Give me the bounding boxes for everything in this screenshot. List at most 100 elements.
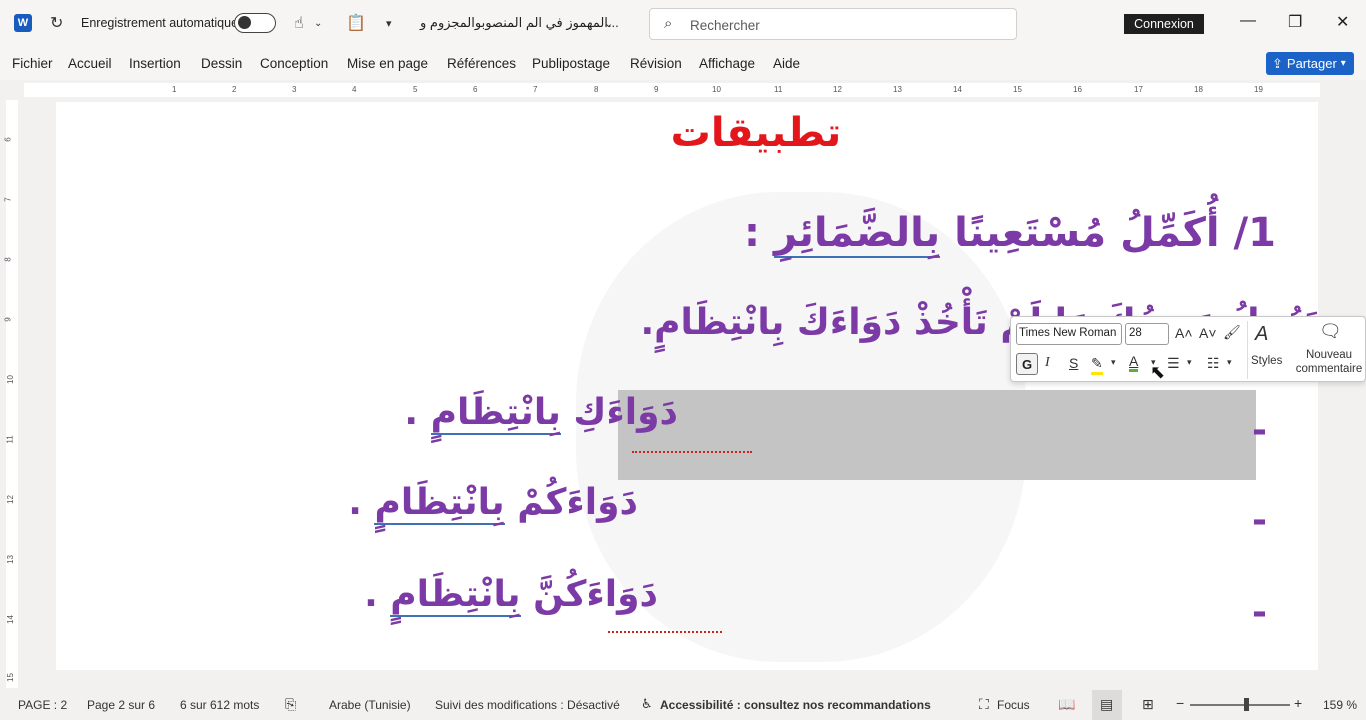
font-color-icon[interactable]: A: [1129, 353, 1139, 372]
ruler-tick: 10: [5, 375, 15, 384]
comment-label-line2: commentaire: [1295, 363, 1363, 375]
tab-publipostage[interactable]: Publipostage: [532, 56, 610, 71]
status-track-changes[interactable]: Suivi des modifications : Désactivé: [435, 698, 620, 712]
ruler-tick: 18: [1194, 85, 1203, 94]
tab-dessin[interactable]: Dessin: [201, 56, 242, 71]
zoom-in-icon[interactable]: +: [1294, 695, 1302, 711]
status-bar: PAGE : 2 Page 2 sur 6 6 sur 612 mots ⎘ A…: [0, 690, 1366, 720]
chevron-down-icon[interactable]: ▾: [1111, 357, 1116, 368]
underline-icon[interactable]: S: [1069, 355, 1078, 371]
status-page[interactable]: PAGE : 2: [18, 698, 67, 712]
tab-accueil[interactable]: Accueil: [68, 56, 112, 71]
search-input[interactable]: [690, 15, 990, 35]
web-layout-icon[interactable]: ⊞: [1142, 696, 1154, 713]
autosave-toggle[interactable]: [234, 13, 276, 33]
answer-end: .: [404, 392, 419, 433]
answer-underlined: بِانْتِظَامٍ: [374, 482, 505, 525]
toggle-knob: [238, 16, 251, 29]
word-app-icon: W: [14, 14, 32, 32]
focus-button[interactable]: Focus: [997, 698, 1030, 712]
print-layout-icon[interactable]: ▤: [1100, 696, 1113, 713]
proofing-icon[interactable]: ⎘: [285, 696, 296, 713]
ruler-tick: 13: [5, 555, 15, 564]
italic-icon[interactable]: I: [1045, 355, 1050, 371]
answer-end: .: [364, 574, 378, 615]
styles-icon[interactable]: A: [1255, 323, 1268, 346]
sign-in-button[interactable]: Connexion: [1124, 14, 1204, 34]
answer-word: دَوَاءَكُنَّ: [533, 574, 658, 615]
shrink-font-icon[interactable]: A˅: [1199, 325, 1217, 341]
bullets-icon[interactable]: ☰: [1167, 355, 1180, 372]
format-painter-icon[interactable]: 🖌: [1223, 324, 1241, 341]
refresh-icon[interactable]: ↻: [50, 13, 63, 33]
status-accessibility[interactable]: Accessibilité : consultez nos recommanda…: [660, 698, 931, 712]
ruler-tick: 6: [3, 137, 13, 142]
tab-aide[interactable]: Aide: [773, 56, 800, 71]
share-label: Partager: [1286, 56, 1337, 71]
chevron-down-icon[interactable]: ⌄: [604, 17, 613, 30]
zoom-slider-thumb[interactable]: [1244, 698, 1249, 711]
list-dash: -: [1252, 500, 1267, 541]
ruler-tick: 13: [893, 85, 902, 94]
bold-button[interactable]: G: [1016, 353, 1038, 375]
touch-mode-icon[interactable]: ☝: [294, 13, 304, 33]
ruler-tick: 9: [654, 85, 659, 94]
mini-toolbar: Times New Roman 28 A˄ A˅ 🖌 G I S ✎ ▾ A ▾…: [1010, 316, 1366, 382]
document-page[interactable]: تطبيقات 1/ أُكَمِّلُ مُسْتَعِينًا بِالضَ…: [56, 102, 1318, 670]
chevron-down-icon[interactable]: ⌄: [314, 18, 322, 29]
chevron-down-icon[interactable]: ▾: [1227, 357, 1232, 368]
zoom-level[interactable]: 159 %: [1323, 698, 1357, 712]
tab-revision[interactable]: Révision: [630, 56, 682, 71]
exercise-title: تطبيقات: [670, 110, 842, 156]
answer-underlined: بِانْتِظَامٍ: [430, 392, 561, 435]
autosave-label: Enregistrement automatique: [81, 16, 239, 30]
focus-icon[interactable]: ⛶: [979, 696, 989, 713]
status-language[interactable]: Arabe (Tunisie): [329, 698, 411, 712]
chevron-down-icon[interactable]: ▾: [1187, 357, 1192, 368]
tab-mise-en-page[interactable]: Mise en page: [347, 56, 428, 71]
restore-icon[interactable]: ❐: [1288, 12, 1302, 32]
tab-insertion[interactable]: Insertion: [129, 56, 181, 71]
minimize-icon[interactable]: —: [1240, 12, 1256, 30]
close-icon[interactable]: ✕: [1336, 12, 1349, 32]
accessibility-icon[interactable]: ♿: [641, 696, 653, 712]
document-title[interactable]: المهموز في الم المنصوبوالمجزوم و...: [420, 15, 619, 31]
font-name-select[interactable]: Times New Roman: [1016, 323, 1122, 345]
styles-button[interactable]: Styles: [1251, 355, 1282, 367]
selection-highlight: [618, 390, 1256, 480]
highlight-icon[interactable]: ✎: [1091, 355, 1103, 375]
new-comment-icon[interactable]: 🗨: [1319, 321, 1342, 342]
font-size-select[interactable]: 28: [1125, 323, 1169, 345]
ruler-tick: 15: [1013, 85, 1022, 94]
mouse-cursor-icon: ⬉: [1150, 362, 1166, 382]
ruler-tick: 11: [774, 85, 783, 94]
tab-affichage[interactable]: Affichage: [699, 56, 755, 71]
new-comment-button[interactable]: Nouveau commentaire: [1293, 348, 1365, 376]
question-number: 1/: [1233, 210, 1276, 256]
tab-references[interactable]: Références: [447, 56, 516, 71]
status-page-of[interactable]: Page 2 sur 6: [87, 698, 155, 712]
ruler-tick: 11: [5, 435, 15, 444]
title-bar: W ↻ Enregistrement automatique ☝ ⌄ 📋 ▾ ا…: [0, 0, 1366, 48]
status-word-count[interactable]: 6 sur 612 mots: [180, 698, 259, 712]
search-box[interactable]: ⌕: [649, 8, 1017, 40]
question-underlined: بِالضَّمَائِرِ: [773, 210, 941, 258]
ruler-tick: 19: [1254, 85, 1263, 94]
numbering-icon[interactable]: ☷: [1207, 355, 1220, 372]
customize-qat-icon[interactable]: ▾: [386, 17, 392, 30]
ruler-tick: 16: [1073, 85, 1082, 94]
vertical-ruler-strip: [6, 100, 18, 688]
zoom-slider[interactable]: [1190, 704, 1290, 706]
ruler-tick: 12: [5, 495, 15, 504]
ruler-tick: 7: [533, 85, 538, 94]
tab-conception[interactable]: Conception: [260, 56, 328, 71]
question-colon: :: [744, 210, 761, 256]
clipboard-icon[interactable]: 📋: [346, 13, 366, 33]
grow-font-icon[interactable]: A˄: [1175, 325, 1193, 341]
zoom-out-icon[interactable]: −: [1176, 695, 1184, 711]
tab-fichier[interactable]: Fichier: [12, 56, 53, 71]
share-button[interactable]: ⇪ Partager ▾: [1266, 52, 1354, 75]
spelling-squiggle: [632, 450, 752, 453]
ruler-tick: 2: [232, 85, 237, 94]
read-mode-icon[interactable]: 📖: [1058, 696, 1075, 713]
